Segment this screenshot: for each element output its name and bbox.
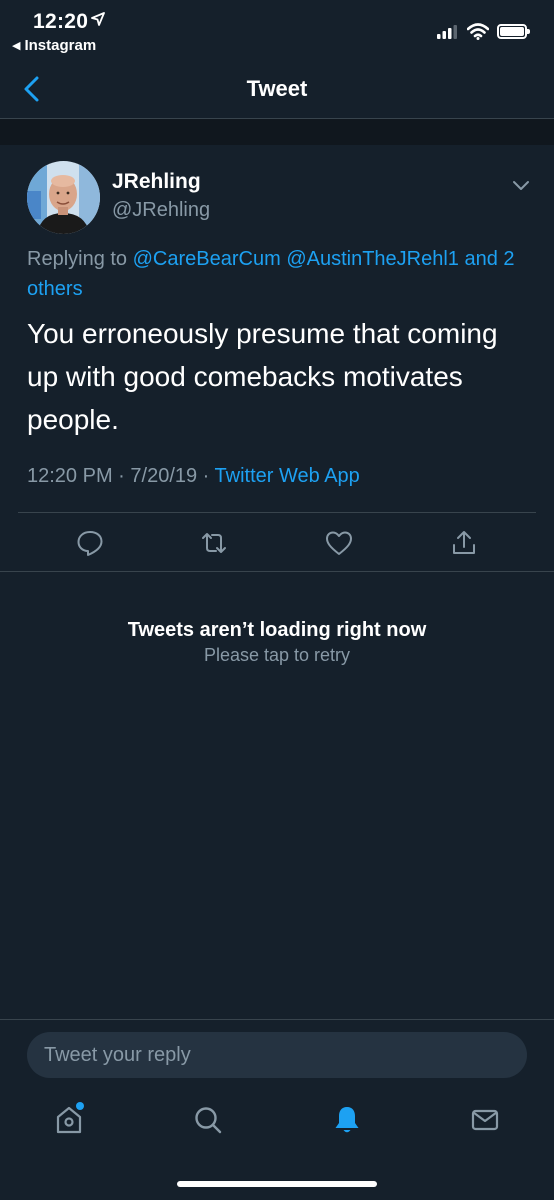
- divider: [18, 512, 536, 513]
- tweet-meta: 12:20 PM · 7/20/19 · Twitter Web App: [27, 465, 360, 487]
- tweet-source-link[interactable]: Twitter Web App: [215, 465, 360, 487]
- share-icon[interactable]: [449, 528, 479, 558]
- avatar-image: [27, 161, 100, 234]
- author-name[interactable]: JRehling: [112, 170, 201, 194]
- divider: [0, 571, 554, 572]
- status-bar: 12:20 ◀ Instagram: [0, 0, 554, 60]
- retry-link[interactable]: Please tap to retry: [0, 645, 554, 666]
- reply-mention-link[interactable]: @AustinTheJRehl1: [286, 248, 459, 270]
- home-notification-badge: [76, 1102, 84, 1110]
- mail-icon[interactable]: [469, 1104, 501, 1136]
- conversation-separator: [0, 119, 554, 145]
- reply-icon[interactable]: [75, 528, 105, 558]
- back-to-app-button[interactable]: ◀ Instagram: [12, 37, 96, 54]
- tweet-time: 12:20 PM: [27, 465, 113, 487]
- back-triangle-icon: ◀: [12, 40, 21, 52]
- page-title: Tweet: [246, 76, 308, 101]
- tab-bar: [0, 1092, 554, 1154]
- reply-composer: [0, 1019, 554, 1092]
- author-handle[interactable]: @JRehling: [112, 199, 210, 222]
- error-title: Tweets aren’t loading right now: [127, 619, 427, 641]
- bell-icon[interactable]: [331, 1104, 363, 1136]
- tweet-text: You erroneously presume that coming up w…: [27, 318, 498, 435]
- back-app-label: Instagram: [24, 37, 97, 54]
- location-arrow-icon: [91, 12, 105, 26]
- replying-prefix: Replying to: [27, 248, 128, 270]
- status-time: 12:20: [33, 10, 89, 33]
- reply-mention-link[interactable]: @CareBearCum: [133, 248, 281, 270]
- home-indicator: [177, 1181, 377, 1187]
- reply-and-text[interactable]: and: [464, 248, 497, 270]
- cellular-signal-icon: [437, 25, 457, 39]
- avatar[interactable]: [27, 161, 100, 234]
- replying-to-line: Replying to @CareBearCum @AustinTheJRehl…: [27, 244, 532, 304]
- search-icon[interactable]: [192, 1104, 224, 1136]
- reply-input[interactable]: [27, 1032, 527, 1078]
- tweet-date: 7/20/19: [130, 465, 198, 487]
- tweet-detail: JRehling @JRehling Replying to @CareBear…: [0, 145, 554, 572]
- chevron-down-icon[interactable]: [512, 180, 530, 192]
- battery-icon: [497, 24, 530, 39]
- retweet-icon[interactable]: [199, 528, 229, 558]
- tweet-actions: [0, 514, 554, 570]
- wifi-icon: [467, 23, 489, 40]
- nav-bar: Tweet: [0, 60, 554, 119]
- like-heart-icon[interactable]: [324, 528, 354, 558]
